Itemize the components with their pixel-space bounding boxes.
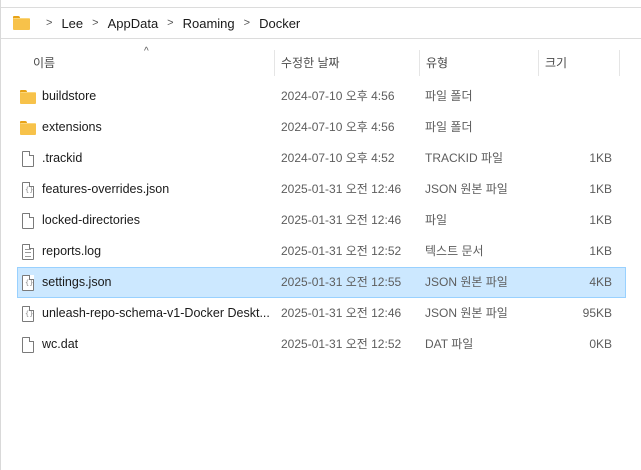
address-bar[interactable]: > Lee > AppData > Roaming > Docker	[1, 7, 641, 39]
file-row-buildstore[interactable]: buildstore 2024-07-10 오후 4:56 파일 폴더	[17, 81, 626, 112]
file-name: extensions	[42, 120, 102, 134]
file-row-wc-dat[interactable]: wc.dat 2025-01-31 오전 12:52 DAT 파일 0KB	[17, 329, 626, 360]
file-row-settings-json[interactable]: {} settings.json 2025-01-31 오전 12:55 JSO…	[17, 267, 626, 298]
file-explorer-window: > Lee > AppData > Roaming > Docker ^ 이름 …	[0, 0, 641, 470]
folder-icon	[13, 16, 31, 30]
file-size: 1KB	[589, 151, 612, 165]
column-header-row: ^ 이름 수정한 날짜 유형 크기	[1, 46, 641, 76]
column-divider[interactable]	[619, 50, 620, 76]
column-header-date[interactable]: 수정한 날짜	[275, 50, 419, 76]
file-row-unleash-repo-schema[interactable]: {} unleash-repo-schema-v1-Docker Deskt..…	[17, 298, 626, 329]
file-type: JSON 원본 파일	[425, 306, 508, 320]
folder-icon	[20, 89, 36, 105]
file-date: 2024-07-10 오후 4:52	[281, 151, 395, 165]
file-row-locked-directories[interactable]: locked-directories 2025-01-31 오전 12:46 파…	[17, 205, 626, 236]
file-size: 1KB	[589, 182, 612, 196]
file-icon	[22, 151, 34, 167]
file-type: 파일 폴더	[425, 120, 473, 134]
file-size	[544, 82, 612, 111]
file-type: 파일 폴더	[425, 89, 473, 103]
file-size: 1KB	[589, 244, 612, 258]
breadcrumb-item-appdata[interactable]: AppData	[108, 16, 159, 31]
file-size	[544, 113, 612, 142]
chevron-right-icon[interactable]: >	[244, 17, 250, 29]
file-type: TRACKID 파일	[425, 151, 504, 165]
text-file-icon	[22, 244, 34, 260]
file-list: buildstore 2024-07-10 오후 4:56 파일 폴더 exte…	[17, 81, 626, 360]
breadcrumb-item-docker[interactable]: Docker	[259, 16, 300, 31]
file-name: features-overrides.json	[42, 182, 170, 196]
file-size: 0KB	[589, 337, 612, 351]
column-header-name[interactable]: 이름	[27, 50, 273, 76]
file-type: DAT 파일	[425, 337, 474, 351]
column-header-size[interactable]: 크기	[539, 50, 619, 76]
file-name: unleash-repo-schema-v1-Docker Deskt...	[42, 306, 270, 320]
file-date: 2025-01-31 오전 12:46	[281, 306, 402, 320]
json-file-icon: {}	[22, 275, 34, 291]
file-type: 텍스트 문서	[425, 244, 484, 258]
file-date: 2024-07-10 오후 4:56	[281, 120, 395, 134]
column-header-type[interactable]: 유형	[420, 50, 538, 76]
file-icon	[22, 337, 34, 353]
file-name: locked-directories	[42, 213, 140, 227]
folder-icon	[20, 120, 36, 136]
file-name: wc.dat	[42, 337, 79, 351]
json-file-icon: {}	[22, 306, 34, 322]
file-name: buildstore	[42, 89, 97, 103]
file-type: JSON 원본 파일	[425, 182, 508, 196]
chevron-right-icon[interactable]: >	[167, 17, 173, 29]
json-file-icon: {}	[22, 182, 34, 198]
file-type: 파일	[425, 213, 448, 227]
file-row-features-overrides[interactable]: {} features-overrides.json 2025-01-31 오전…	[17, 174, 626, 205]
file-row-trackid[interactable]: .trackid 2024-07-10 오후 4:52 TRACKID 파일 1…	[17, 143, 626, 174]
file-date: 2025-01-31 오전 12:46	[281, 213, 402, 227]
file-date: 2024-07-10 오후 4:56	[281, 89, 395, 103]
file-name: reports.log	[42, 244, 102, 258]
chevron-right-icon[interactable]: >	[92, 17, 98, 29]
file-name: settings.json	[42, 275, 112, 289]
chevron-right-icon[interactable]: >	[46, 17, 52, 29]
file-date: 2025-01-31 오전 12:46	[281, 182, 402, 196]
file-icon	[22, 213, 34, 229]
file-row-extensions[interactable]: extensions 2024-07-10 오후 4:56 파일 폴더	[17, 112, 626, 143]
file-date: 2025-01-31 오전 12:55	[281, 275, 402, 289]
file-date: 2025-01-31 오전 12:52	[281, 337, 402, 351]
file-date: 2025-01-31 오전 12:52	[281, 244, 402, 258]
file-row-reports-log[interactable]: reports.log 2025-01-31 오전 12:52 텍스트 문서 1…	[17, 236, 626, 267]
file-size: 95KB	[582, 306, 612, 320]
file-size: 1KB	[589, 213, 612, 227]
file-size: 4KB	[589, 275, 612, 289]
file-type: JSON 원본 파일	[425, 275, 508, 289]
breadcrumb-item-roaming[interactable]: Roaming	[183, 16, 235, 31]
file-name: .trackid	[42, 151, 83, 165]
breadcrumb-item-lee[interactable]: Lee	[61, 16, 83, 31]
